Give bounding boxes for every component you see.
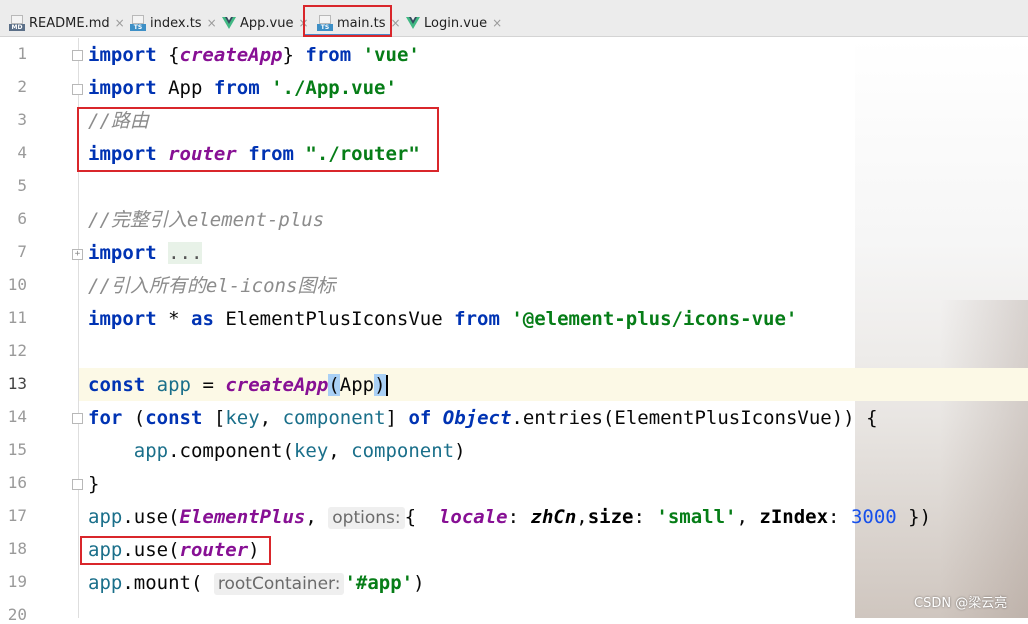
code-line-10[interactable]: //引入所有的el-icons图标 — [88, 275, 335, 297]
line-number: 4 — [17, 143, 27, 162]
background-photo-shade — [940, 300, 1028, 618]
tab-label: Login.vue — [424, 15, 488, 31]
line-number: 10 — [7, 275, 27, 294]
code-line-14[interactable]: for (const [key, component] of Object.en… — [88, 407, 878, 429]
close-icon[interactable]: × — [115, 16, 125, 30]
tab-index-ts[interactable]: TS index.ts × — [130, 10, 217, 36]
code-line-6[interactable]: //完整引入element-plus — [88, 209, 324, 231]
active-tab-highlight-box — [303, 5, 392, 37]
fold-toggle-icon[interactable] — [72, 50, 83, 61]
line-number-gutter: 1 2 3 4 5 6 7 10 11 12 13 14 15 16 17 18… — [0, 38, 62, 624]
code-line-7[interactable]: import ... — [88, 242, 203, 264]
tab-label: README.md — [29, 15, 110, 31]
line-number: 18 — [7, 539, 27, 558]
tab-label: index.ts — [150, 15, 202, 31]
code-line-16[interactable]: } — [88, 473, 99, 495]
line-number: 6 — [17, 209, 27, 228]
text-caret — [385, 375, 388, 396]
tab-app-vue[interactable]: App.vue × — [222, 10, 309, 36]
code-line-2[interactable]: import App from './App.vue' — [88, 77, 397, 99]
watermark: CSDN @梁云亮 — [914, 596, 1008, 611]
code-line-11[interactable]: import * as ElementPlusIconsVue from '@e… — [88, 308, 797, 330]
markdown-icon: MD — [9, 15, 25, 31]
parameter-hint: options: — [328, 507, 405, 529]
line-number: 1 — [17, 44, 27, 63]
tab-login-vue[interactable]: Login.vue × — [406, 10, 502, 36]
router-import-highlight-box — [77, 107, 439, 172]
tab-readme[interactable]: MD README.md × — [9, 10, 125, 36]
close-icon[interactable]: × — [492, 16, 502, 30]
line-number: 12 — [7, 341, 27, 360]
code-line-17[interactable]: app.use(ElementPlus, options:{ locale: z… — [88, 506, 931, 529]
code-line-15[interactable]: app.component(key, component) — [88, 440, 466, 462]
code-line-13[interactable]: const app = createApp(App) — [88, 374, 388, 396]
fold-toggle-icon[interactable] — [72, 479, 83, 490]
line-number: 3 — [17, 110, 27, 129]
editor-tab-bar: MD README.md × TS index.ts × App.vue × T… — [0, 0, 1028, 37]
typescript-icon: TS — [130, 15, 146, 31]
line-number: 7 — [17, 242, 27, 261]
vue-icon — [406, 17, 420, 29]
line-number: 2 — [17, 77, 27, 96]
line-number: 20 — [7, 605, 27, 624]
parameter-hint: rootContainer: — [213, 573, 345, 595]
router-use-highlight-box — [80, 536, 271, 565]
fold-expand-icon[interactable]: + — [72, 249, 83, 260]
line-number: 14 — [7, 407, 27, 426]
line-number: 16 — [7, 473, 27, 492]
line-number: 11 — [7, 308, 27, 327]
code-line-1[interactable]: import {createApp} from 'vue' — [88, 44, 420, 66]
code-line-19[interactable]: app.mount( rootContainer: '#app') — [88, 572, 425, 595]
line-number: 17 — [7, 506, 27, 525]
line-number: 15 — [7, 440, 27, 459]
folded-imports: ... — [168, 242, 203, 264]
line-number: 5 — [17, 176, 27, 195]
vue-icon — [222, 17, 236, 29]
fold-toggle-icon[interactable] — [72, 413, 83, 424]
tab-label: App.vue — [240, 15, 294, 31]
fold-toggle-icon[interactable] — [72, 84, 83, 95]
line-number-current: 13 — [7, 374, 27, 393]
line-number: 19 — [7, 572, 27, 591]
close-icon[interactable]: × — [207, 16, 217, 30]
